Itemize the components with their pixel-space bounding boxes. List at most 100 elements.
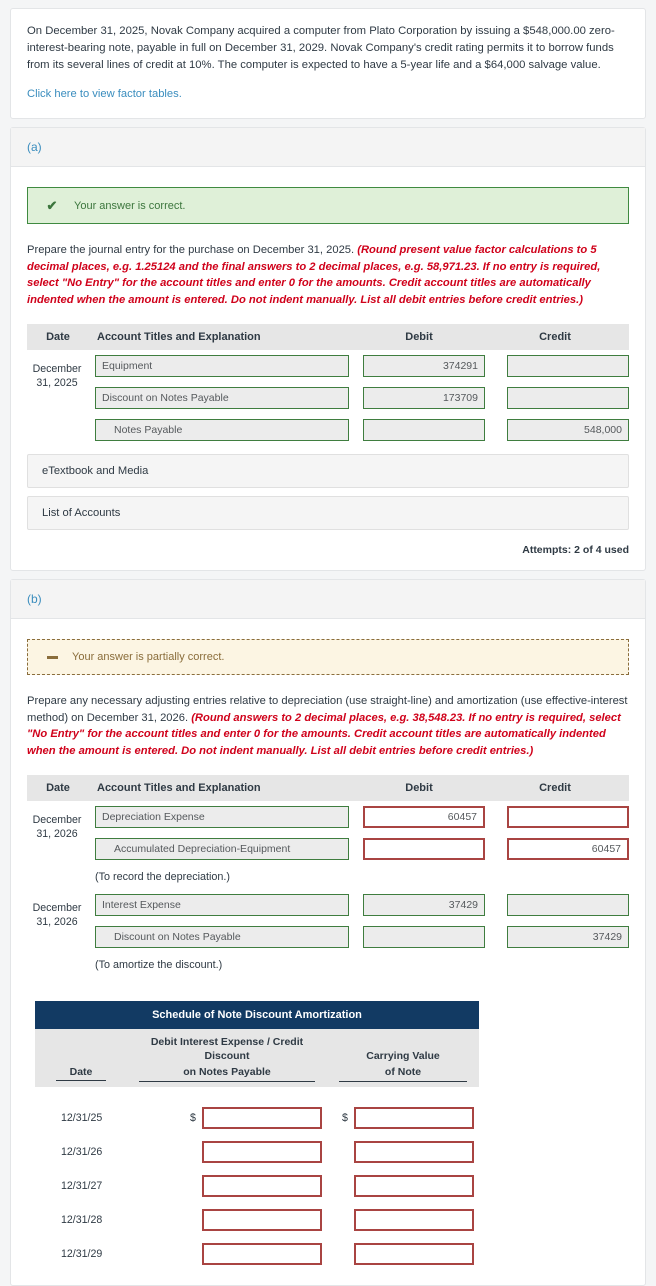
- part-a-instructions: Prepare the journal entry for the purcha…: [27, 242, 629, 308]
- journal-entry-group: December 31, 2026: [27, 889, 629, 977]
- journal-header-row: Date Account Titles and Explanation Debi…: [27, 324, 629, 350]
- schedule-carrying-input[interactable]: [354, 1243, 474, 1265]
- schedule-row-date: 12/31/28: [61, 1214, 103, 1226]
- credit-amount-input[interactable]: [507, 894, 629, 916]
- schedule-row: 12/31/26 $ $: [35, 1135, 479, 1169]
- schedule-row: 12/31/29 $ $: [35, 1237, 479, 1271]
- schedule-row-date: 12/31/25: [61, 1112, 103, 1124]
- account-title-input[interactable]: [95, 419, 349, 441]
- part-b-journal-table: Date Account Titles and Explanation Debi…: [27, 775, 629, 977]
- schedule-interest-cell: $: [127, 1141, 327, 1163]
- schedule-interest-cell: $: [127, 1175, 327, 1197]
- debit-amount-input[interactable]: [363, 419, 485, 441]
- journal-line: [87, 833, 629, 865]
- schedule-row-date: 12/31/26: [61, 1146, 103, 1158]
- debit-amount-input[interactable]: [363, 894, 485, 916]
- etextbook-and-media-button[interactable]: eTextbook and Media: [27, 454, 629, 488]
- entry-date: December 31, 2026: [27, 801, 87, 841]
- schedule-carrying-cell: $: [327, 1243, 479, 1265]
- problem-paragraph: On December 31, 2025, Novak Company acqu…: [27, 25, 615, 71]
- schedule-interest-input[interactable]: [202, 1243, 322, 1265]
- column-header-credit: Credit: [539, 331, 571, 343]
- column-header-debit: Debit: [405, 331, 433, 343]
- minus-icon: [47, 655, 58, 659]
- alert-message: Your answer is correct.: [74, 199, 186, 212]
- schedule-carrying-input[interactable]: [354, 1175, 474, 1197]
- account-title-input[interactable]: [95, 806, 349, 828]
- debit-amount-input[interactable]: [363, 806, 485, 828]
- schedule-interest-input[interactable]: [202, 1175, 322, 1197]
- list-of-accounts-button[interactable]: List of Accounts: [27, 496, 629, 530]
- schedule-carrying-cell: $: [327, 1175, 479, 1197]
- schedule-interest-input[interactable]: [202, 1141, 322, 1163]
- debit-amount-input[interactable]: [363, 838, 485, 860]
- account-title-input[interactable]: [95, 387, 349, 409]
- credit-amount-input[interactable]: [507, 838, 629, 860]
- schedule-row: 12/31/25 $ $: [35, 1101, 479, 1135]
- part-b-body: Your answer is partially correct. Prepar…: [11, 619, 645, 1285]
- note-discount-amortization-schedule: Schedule of Note Discount Amortization D…: [35, 1001, 479, 1271]
- journal-lines: [87, 350, 629, 446]
- part-a-card: (a) ✔ Your answer is correct. Prepare th…: [10, 127, 646, 571]
- schedule-column-date: Date: [35, 1066, 127, 1082]
- answer-partially-correct-alert: Your answer is partially correct.: [27, 639, 629, 675]
- schedule-column-carrying: Carrying Value of Note: [327, 1049, 479, 1082]
- column-header-date: Date: [46, 782, 70, 794]
- column-header-date: Date: [46, 331, 70, 343]
- alert-message: Your answer is partially correct.: [72, 651, 225, 663]
- account-title-input[interactable]: [95, 838, 349, 860]
- schedule-column-interest: Debit Interest Expense / Credit Discount…: [127, 1035, 327, 1082]
- account-title-input[interactable]: [95, 926, 349, 948]
- part-a-body: ✔ Your answer is correct. Prepare the jo…: [11, 167, 645, 570]
- schedule-interest-input[interactable]: [202, 1107, 322, 1129]
- schedule-title: Schedule of Note Discount Amortization: [35, 1001, 479, 1029]
- part-b-header: (b): [11, 580, 645, 619]
- journal-line: [87, 382, 629, 414]
- account-title-input[interactable]: [95, 355, 349, 377]
- schedule-row-date: 12/31/29: [61, 1248, 103, 1260]
- debit-amount-input[interactable]: [363, 355, 485, 377]
- entry-date: December 31, 2025: [27, 350, 87, 390]
- schedule-header-row: Date Debit Interest Expense / Credit Dis…: [35, 1029, 479, 1087]
- schedule-carrying-input[interactable]: [354, 1107, 474, 1129]
- journal-entry-group: December 31, 2025: [27, 350, 629, 446]
- schedule-row: 12/31/28 $ $: [35, 1203, 479, 1237]
- schedule-column-date-label: Date: [55, 1066, 107, 1081]
- credit-amount-input[interactable]: [507, 387, 629, 409]
- schedule-interest-input[interactable]: [202, 1209, 322, 1231]
- problem-statement-card: On December 31, 2025, Novak Company acqu…: [10, 8, 646, 119]
- credit-amount-input[interactable]: [507, 355, 629, 377]
- part-b-instructions: Prepare any necessary adjusting entries …: [27, 693, 629, 759]
- dollar-sign: $: [190, 1112, 196, 1124]
- attempts-counter: Attempts: 2 of 4 used: [522, 544, 629, 556]
- column-header-account: Account Titles and Explanation: [97, 331, 261, 343]
- credit-amount-input[interactable]: [507, 419, 629, 441]
- schedule-column-carrying-line1: Carrying Value: [366, 1050, 440, 1062]
- column-header-account: Account Titles and Explanation: [97, 782, 261, 794]
- schedule-column-interest-line2: on Notes Payable: [139, 1065, 315, 1082]
- schedule-carrying-cell: $: [327, 1209, 479, 1231]
- schedule-column-interest-line1: Debit Interest Expense / Credit Discount: [150, 1036, 304, 1062]
- schedule-carrying-input[interactable]: [354, 1141, 474, 1163]
- entry-note: (To record the depreciation.): [95, 871, 231, 883]
- schedule-carrying-input[interactable]: [354, 1209, 474, 1231]
- answer-correct-alert: ✔ Your answer is correct.: [27, 187, 629, 224]
- schedule-row: 12/31/27 $ $: [35, 1169, 479, 1203]
- assignment-page: On December 31, 2025, Novak Company acqu…: [0, 0, 656, 1286]
- schedule-spacer: [35, 1087, 479, 1101]
- debit-amount-input[interactable]: [363, 926, 485, 948]
- factor-tables-link[interactable]: Click here to view factor tables.: [27, 88, 182, 100]
- journal-line: [87, 921, 629, 953]
- part-b-card: (b) Your answer is partially correct. Pr…: [10, 579, 646, 1286]
- entry-date-line2: 31, 2026: [36, 828, 78, 840]
- part-a-label: (a): [27, 140, 42, 154]
- debit-amount-input[interactable]: [363, 387, 485, 409]
- journal-entry-group: December 31, 2026: [27, 801, 629, 889]
- entry-date: December 31, 2026: [27, 889, 87, 929]
- credit-amount-input[interactable]: [507, 926, 629, 948]
- journal-line: [87, 801, 629, 833]
- credit-amount-input[interactable]: [507, 806, 629, 828]
- column-header-credit: Credit: [539, 782, 571, 794]
- account-title-input[interactable]: [95, 894, 349, 916]
- entry-date-line2: 31, 2025: [36, 377, 78, 389]
